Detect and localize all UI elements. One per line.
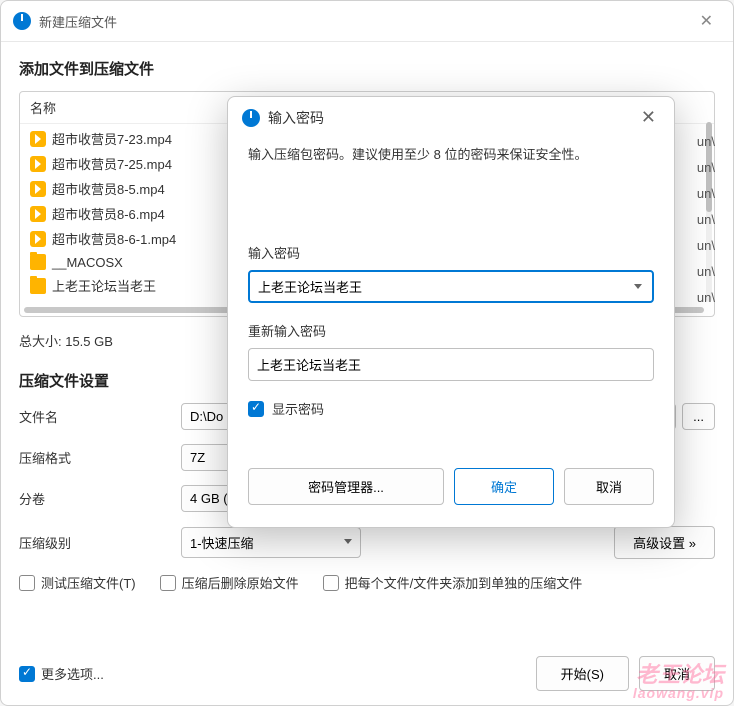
dialog-cancel-button[interactable]: 取消 <box>564 468 654 505</box>
password-input[interactable]: 上老王论坛当老王 <box>248 270 654 303</box>
video-file-icon <box>30 131 46 147</box>
format-label: 压缩格式 <box>19 448 181 467</box>
reenter-password-input[interactable]: 上老王论坛当老王 <box>248 348 654 381</box>
checkbox-icon <box>160 575 176 591</box>
reenter-password-label: 重新输入密码 <box>248 321 654 340</box>
dialog-body: 输入压缩包密码。建议使用至少 8 位的密码来保证安全性。 输入密码 上老王论坛当… <box>228 138 674 527</box>
checkbox-icon <box>248 401 264 417</box>
password-hint: 输入压缩包密码。建议使用至少 8 位的密码来保证安全性。 <box>248 144 654 163</box>
show-password-checkbox[interactable]: 显示密码 <box>248 399 654 418</box>
delete-originals-label: 压缩后删除原始文件 <box>182 573 299 592</box>
video-file-icon <box>30 181 46 197</box>
checkbox-icon <box>19 666 35 682</box>
app-icon <box>13 12 31 30</box>
show-password-label: 显示密码 <box>272 399 324 418</box>
file-name: 上老王论坛当老王 <box>52 276 156 295</box>
separate-archives-checkbox[interactable]: 把每个文件/文件夹添加到单独的压缩文件 <box>323 573 583 592</box>
level-select[interactable]: 1-快速压缩 <box>181 527 361 558</box>
checkbox-icon <box>323 575 339 591</box>
checkbox-icon <box>19 575 35 591</box>
titlebar: 新建压缩文件 ✕ <box>1 1 733 42</box>
dialog-title: 输入密码 <box>268 108 637 128</box>
start-button[interactable]: 开始(S) <box>536 656 629 691</box>
password-manager-button[interactable]: 密码管理器... <box>248 468 444 505</box>
separate-archives-label: 把每个文件/文件夹添加到单独的压缩文件 <box>345 573 583 592</box>
app-icon <box>242 109 260 127</box>
file-name: 超市收营员8-6.mp4 <box>52 204 165 223</box>
file-name: 超市收营员8-5.mp4 <box>52 179 165 198</box>
test-archive-label: 测试压缩文件(T) <box>41 573 136 592</box>
password-label: 输入密码 <box>248 243 654 262</box>
browse-button[interactable]: ... <box>682 403 715 430</box>
file-name: 超市收营员7-25.mp4 <box>52 154 172 173</box>
level-label: 压缩级别 <box>19 533 181 552</box>
close-icon[interactable]: ✕ <box>692 9 721 33</box>
dialog-titlebar: 输入密码 ✕ <box>228 97 674 138</box>
folder-icon <box>30 278 46 294</box>
filename-label: 文件名 <box>19 407 181 426</box>
password-dialog: 输入密码 ✕ 输入压缩包密码。建议使用至少 8 位的密码来保证安全性。 输入密码… <box>227 96 675 528</box>
dialog-footer: 密码管理器... 确定 取消 <box>248 468 654 509</box>
split-label: 分卷 <box>19 489 181 508</box>
file-name: 超市收营员7-23.mp4 <box>52 129 172 148</box>
window-title: 新建压缩文件 <box>39 12 692 31</box>
file-name: 超市收营员8-6-1.mp4 <box>52 229 176 248</box>
delete-originals-checkbox[interactable]: 压缩后删除原始文件 <box>160 573 299 592</box>
video-file-icon <box>30 156 46 172</box>
test-archive-checkbox[interactable]: 测试压缩文件(T) <box>19 573 136 592</box>
path-column-fragment: un\un\un\un\un\un\un\ <box>697 129 715 311</box>
cancel-button[interactable]: 取消 <box>639 656 715 691</box>
add-files-heading: 添加文件到压缩文件 <box>19 58 715 79</box>
close-icon[interactable]: ✕ <box>637 107 660 128</box>
advanced-settings-button[interactable]: 高级设置 » <box>614 526 715 559</box>
file-name: __MACOSX <box>52 255 123 270</box>
more-options-label: 更多选项... <box>41 664 104 683</box>
footer: 更多选项... 开始(S) 取消 <box>19 656 715 691</box>
ok-button[interactable]: 确定 <box>454 468 554 505</box>
more-options-toggle[interactable]: 更多选项... <box>19 664 104 683</box>
video-file-icon <box>30 206 46 222</box>
folder-icon <box>30 254 46 270</box>
video-file-icon <box>30 231 46 247</box>
